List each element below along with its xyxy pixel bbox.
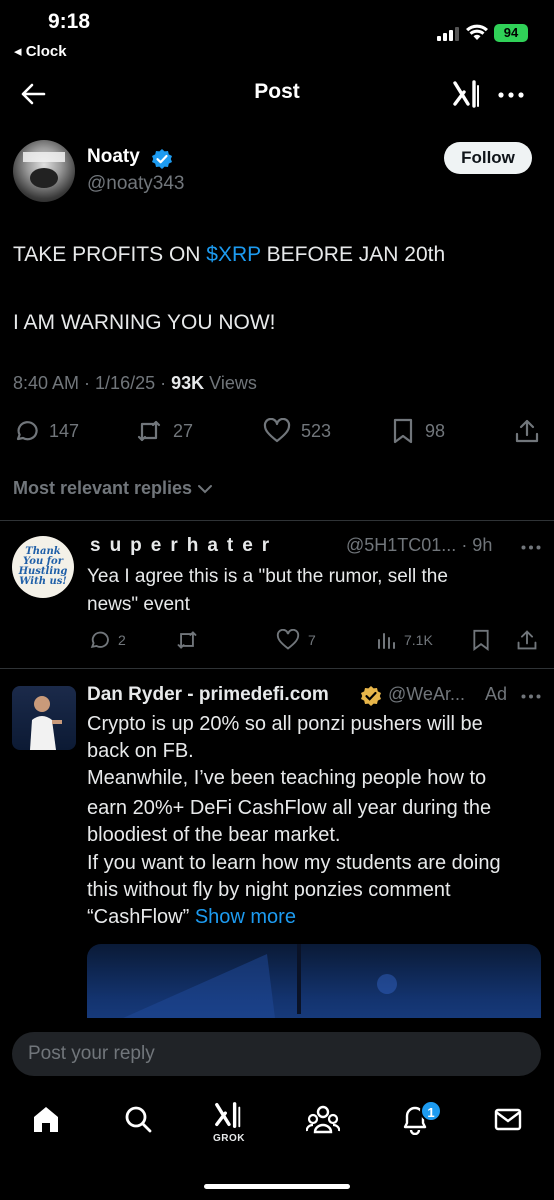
reply-views-count: 7.1K (404, 632, 433, 648)
nav-communities[interactable] (306, 1103, 340, 1135)
more-options-icon[interactable] (498, 92, 524, 98)
like-action[interactable]: 523 (263, 417, 331, 445)
notification-badge: 1 (420, 1100, 442, 1122)
home-indicator (204, 1184, 350, 1189)
post-text-line: TAKE PROFITS ON $XRP BEFORE JAN 20th (13, 243, 445, 267)
post-text-line: I AM WARNING YOU NOW! (13, 311, 276, 334)
ad-text-line: earn 20%+ DeFi CashFlow all year during … (87, 797, 492, 819)
reply-avatar[interactable]: Thank You for Hustling With us! (12, 536, 74, 598)
post-date: 1/16/25 (95, 373, 156, 393)
ad-text-line: back on FB. (87, 740, 194, 762)
cashtag-link[interactable]: $XRP (206, 243, 260, 266)
reply-text-line: news" event (87, 594, 190, 615)
repost-action[interactable]: 27 (135, 417, 193, 445)
ad-author-handle[interactable]: @WeAr... (388, 684, 465, 705)
author-avatar[interactable] (13, 140, 75, 202)
views-count: 93K (171, 373, 205, 393)
reply-more-icon[interactable] (521, 545, 541, 550)
reply-author-handle[interactable]: @5H1TC01... · 9h (346, 535, 492, 556)
reply-text-line: Yea I agree this is a "but the rumor, se… (87, 566, 448, 587)
post-text-segment: TAKE PROFITS ON (13, 243, 207, 266)
reply-count: 147 (49, 420, 80, 441)
replies-sort-label: Most relevant replies (13, 478, 193, 498)
ad-text-line: Crypto is up 20% so all ponzi pushers wi… (87, 713, 483, 735)
post-timestamp: 8:40 AM · 1/16/25 · 93K Views (13, 373, 257, 393)
nav-home[interactable] (30, 1103, 62, 1135)
bookmark-icon (393, 418, 413, 444)
status-time: 9:18 (48, 10, 91, 33)
heart-icon (276, 629, 300, 650)
repost-count: 27 (173, 420, 194, 441)
reply-reply-count: 2 (118, 632, 126, 648)
reply-action[interactable]: 147 (13, 417, 79, 445)
replies-sort-dropdown[interactable]: Most relevant replies (13, 478, 213, 499)
ad-text-line: If you want to learn how my students are… (87, 852, 501, 874)
home-icon (34, 1107, 58, 1132)
ad-text-line: bloodiest of the bear market. (87, 824, 341, 846)
communities-icon (306, 1105, 340, 1134)
ad-text-line: this without fly by night ponzies commen… (87, 879, 451, 901)
nav-search[interactable] (122, 1103, 154, 1135)
chevron-down-icon (197, 484, 213, 494)
share-action[interactable] (514, 417, 540, 445)
nav-grok[interactable] (214, 1100, 244, 1130)
ad-text-line: “CashFlow” Show more (87, 906, 296, 929)
share-icon (515, 419, 539, 443)
reply-like-action[interactable]: 7 (276, 628, 316, 652)
like-count: 523 (301, 420, 332, 441)
grok-icon (215, 1102, 241, 1128)
verified-badge-icon (151, 148, 173, 170)
reply-input[interactable] (12, 1032, 541, 1076)
ad-label: Ad (485, 684, 508, 704)
views-label: Views (209, 373, 257, 393)
grok-icon[interactable] (452, 78, 484, 110)
mail-icon (494, 1108, 522, 1131)
reply-avatar-text: Thank You for Hustling With us! (18, 546, 68, 587)
bookmark-action[interactable]: 98 (391, 417, 445, 445)
reply-reply-action[interactable]: 2 (88, 628, 126, 652)
nav-messages[interactable] (493, 1103, 523, 1135)
repost-icon (137, 420, 161, 442)
post-time: 8:40 AM (13, 373, 80, 393)
reply-bookmark-action[interactable] (471, 628, 491, 652)
reply-repost-action[interactable] (175, 628, 199, 652)
show-more-link[interactable]: Show more (195, 906, 296, 928)
reply-icon (90, 631, 109, 649)
gold-verified-badge-icon (360, 685, 382, 707)
author-handle[interactable]: @noaty343 (87, 173, 184, 195)
reply-icon (16, 421, 38, 441)
ad-text-segment: “CashFlow” (87, 906, 190, 928)
ad-more-icon[interactable] (521, 694, 541, 699)
follow-button[interactable]: Follow (444, 142, 532, 174)
views-icon (378, 633, 395, 649)
repost-icon (177, 631, 197, 649)
post-text-segment: BEFORE JAN 20th (260, 243, 446, 266)
divider (0, 520, 554, 521)
author-name[interactable]: Noaty (87, 146, 140, 168)
search-icon (125, 1106, 152, 1133)
reply-share-action[interactable] (516, 628, 538, 652)
back-to-app-link[interactable]: ◂ Clock (14, 42, 67, 60)
share-icon (517, 630, 537, 650)
reply-like-count: 7 (308, 632, 316, 648)
heart-icon (263, 418, 291, 443)
bookmark-icon (473, 629, 489, 651)
battery-icon: 94 (494, 24, 528, 42)
bookmark-count: 98 (425, 420, 446, 441)
divider (0, 668, 554, 669)
ad-text-line: Meanwhile, I’ve been teaching people how… (87, 767, 487, 789)
grok-label: GROK (213, 1133, 245, 1144)
cellular-signal-icon (437, 27, 459, 41)
reply-views-action[interactable]: 7.1K (376, 628, 433, 652)
wifi-icon (466, 24, 488, 41)
reply-author-name[interactable]: superhater (90, 535, 278, 557)
ad-author-name[interactable]: Dan Ryder - primedefi.com (87, 684, 329, 706)
ad-avatar[interactable] (12, 686, 76, 750)
